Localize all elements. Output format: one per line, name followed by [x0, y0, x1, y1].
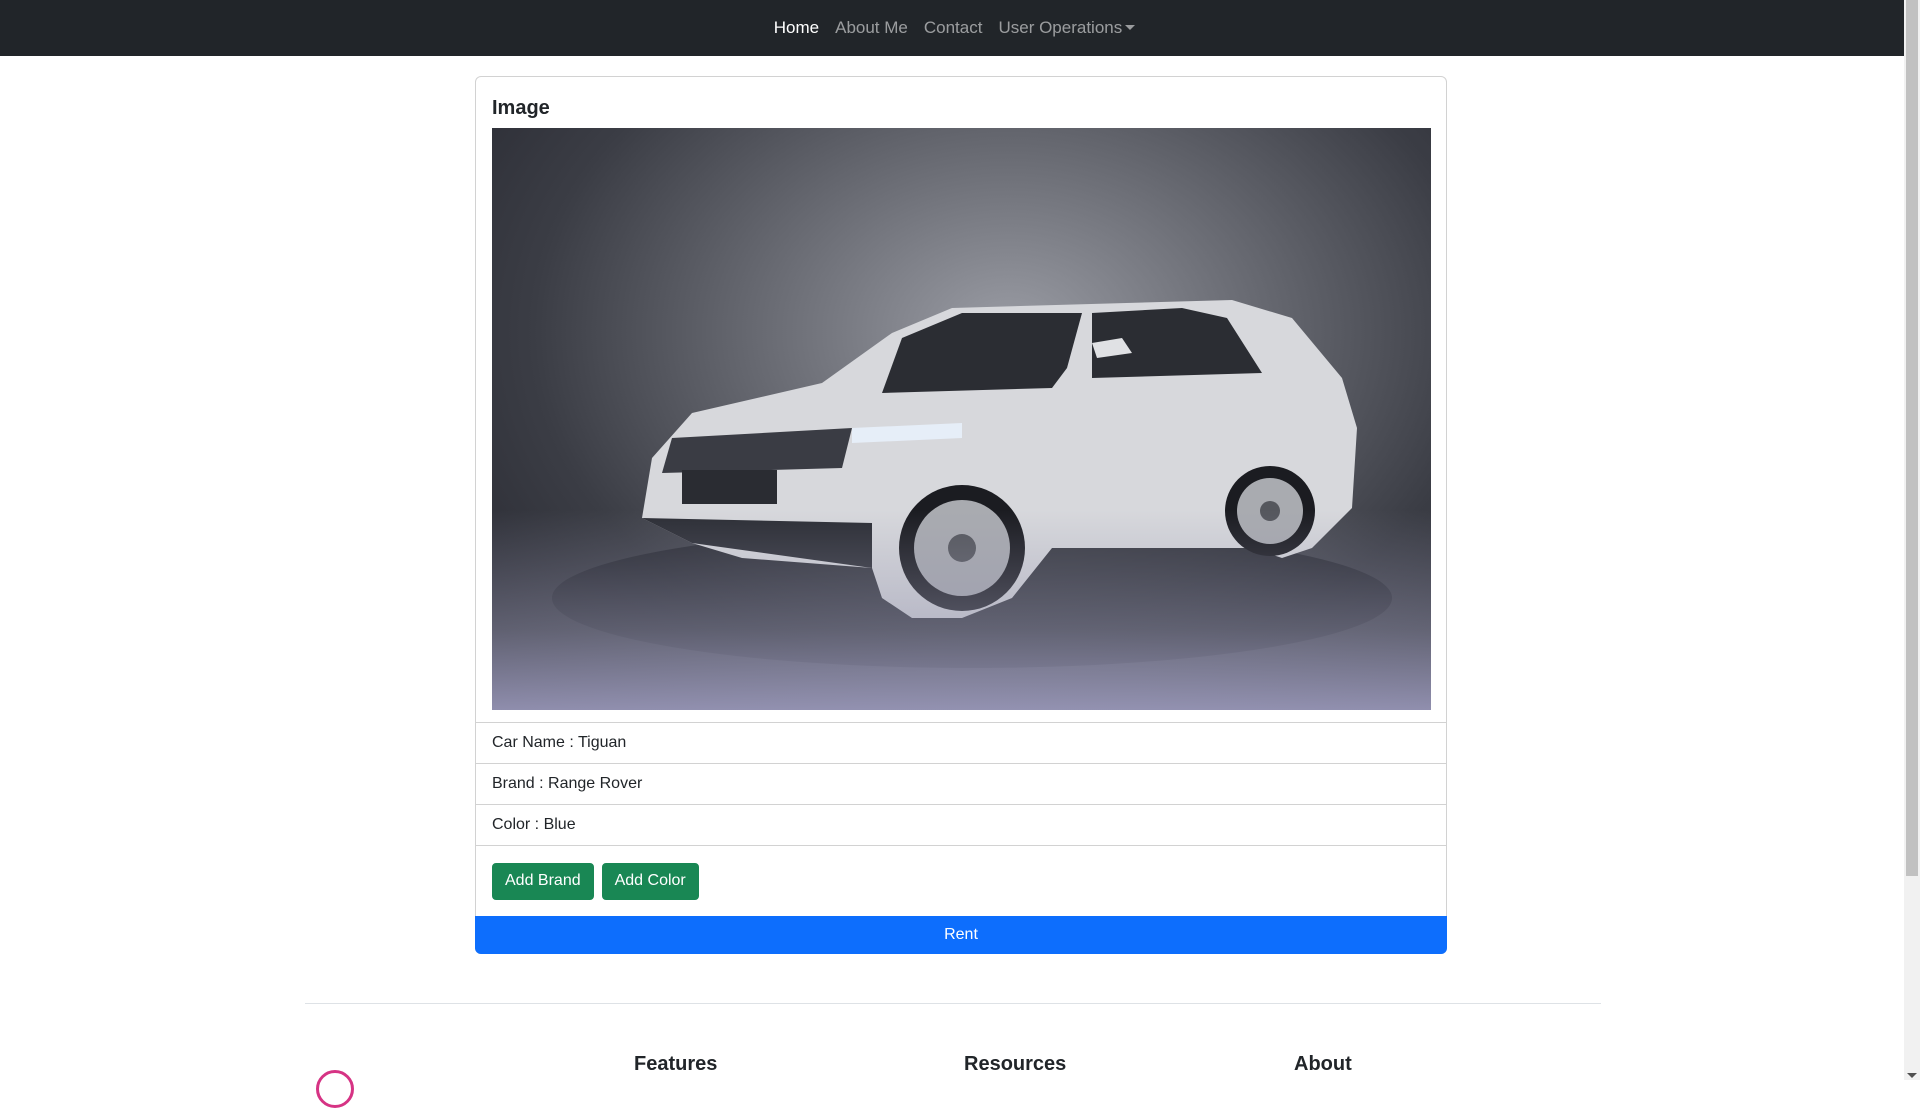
rent-button[interactable]: Rent [475, 916, 1447, 954]
nav-contact[interactable]: Contact [916, 18, 991, 38]
footer-divider [305, 1003, 1601, 1004]
top-navbar: Home About Me Contact User Operations [0, 0, 1904, 56]
card-actions: Add Brand Add Color [476, 846, 1446, 916]
footer-heading-about: About [1294, 1053, 1352, 1075]
footer-heading-features: Features [634, 1053, 718, 1075]
scroll-down-arrow-icon[interactable] [1907, 1073, 1917, 1078]
image-floor-shading [492, 510, 1431, 710]
logo-icon [316, 1070, 354, 1108]
card-body: Image [476, 77, 1446, 723]
nav-links: Home About Me Contact User Operations [766, 18, 1144, 38]
nav-user-operations[interactable]: User Operations [990, 18, 1143, 38]
card-title: Image [492, 97, 550, 119]
add-color-button[interactable]: Add Color [601, 862, 699, 900]
caret-down-icon [1125, 25, 1136, 30]
vertical-scrollbar[interactable] [1904, 0, 1920, 1080]
brand-item: Brand : Range Rover [476, 764, 1446, 805]
nav-home[interactable]: Home [766, 18, 827, 38]
color-item: Color : Blue [476, 805, 1446, 846]
nav-about-me[interactable]: About Me [827, 18, 916, 38]
car-image [492, 128, 1431, 710]
scrollbar-thumb[interactable] [1906, 0, 1918, 876]
footer-heading-resources: Resources [964, 1053, 1067, 1075]
nav-user-operations-label: User Operations [998, 18, 1123, 37]
car-name-item: Car Name : Tiguan [476, 723, 1446, 764]
car-detail-card: Image Car Name : Tiguan Brand: Range Ro… [475, 76, 1447, 954]
add-brand-button[interactable]: Add Brand [492, 862, 594, 900]
